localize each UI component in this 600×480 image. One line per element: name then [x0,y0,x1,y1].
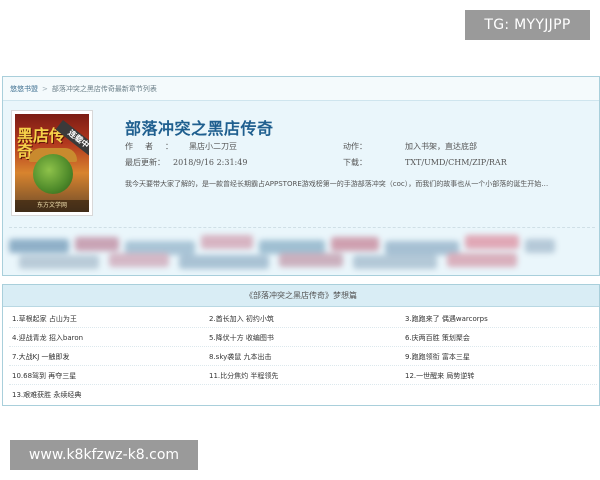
chapter-row: 13.艰难获胜 永续经典 [9,386,597,404]
breadcrumb-current: 部落冲突之黑店传奇最新章节列表 [51,85,157,93]
cover-footer-text: 东方文学网 [15,200,89,212]
divider [9,227,595,228]
book-info-panel: 悠悠书盟 > 部落冲突之黑店传奇最新章节列表 黑店传奇 连载中 东方文学网 部落冲突… [2,76,600,276]
add-bookshelf-link[interactable]: 加入书架，直达底部 [405,142,477,151]
action-label: 动作： [343,142,367,151]
author-row: 作者： 黑店小二刀豆 [125,141,237,152]
book-cover[interactable]: 黑店传奇 连载中 东方文学网 [11,110,93,216]
chapter-list-header: 《部落冲突之黑店传奇》梦想篇 [3,285,599,307]
chapter-link[interactable]: 5.降伏十方 收编图书 [209,329,274,347]
chapter-link[interactable]: 13.艰难获胜 永续经典 [12,386,81,404]
blurred-ad-strip [9,235,557,269]
update-value: 2018/9/16 2:31:49 [173,158,248,167]
chapter-link[interactable]: 4.迎战青龙 招入baron [12,329,83,347]
chapter-link[interactable]: 8.sky袭鼠 九本出击 [209,348,272,366]
book-intro: 我今天要带大家了解的，是一款曾经长期霸占APPSTORE游戏榜第一的手游部落冲突… [125,180,549,188]
chapter-link[interactable]: 6.庆两百胜 策划聚会 [405,329,470,347]
chapter-row: 1.草根起家 占山为王 2.酋长加入 初约小筑 3.跑跑来了 偶遇warcorp… [9,310,597,328]
telegram-watermark: TG: MYYJJPP [465,10,590,40]
chapter-link[interactable]: 7.大战KJ 一触即发 [12,348,70,366]
chapter-link[interactable]: 11.比分焦灼 半程领先 [209,367,278,385]
download-row: 下载： TXT/UMD/CHM/ZIP/RAR [343,157,507,168]
book-title: 部落冲突之黑店传奇 [125,119,274,138]
chapter-list-panel: 《部落冲突之黑店传奇》梦想篇 1.草根起家 占山为王 2.酋长加入 初约小筑 3… [2,284,600,406]
update-label: 最后更新： [125,158,165,167]
breadcrumb-home-link[interactable]: 悠悠书盟 [10,85,38,93]
url-watermark: www.k8kfzwz-k8.com [10,440,198,470]
chapter-row: 4.迎战青龙 招入baron 5.降伏十方 收编图书 6.庆两百胜 策划聚会 [9,329,597,347]
screenshot-stage: TG: MYYJJPP 悠悠书盟 > 部落冲突之黑店传奇最新章节列表 黑店传奇 连载… [0,0,600,480]
download-formats-link[interactable]: TXT/UMD/CHM/ZIP/RAR [405,158,507,167]
chapter-link[interactable]: 2.酋长加入 初约小筑 [209,310,274,328]
breadcrumb: 悠悠书盟 > 部落冲突之黑店传奇最新章节列表 [3,77,599,101]
chapter-row: 7.大战KJ 一触即发 8.sky袭鼠 九本出击 9.跑跑领衔 富本三星 [9,348,597,366]
cover-image: 黑店传奇 连载中 东方文学网 [15,114,89,212]
chapter-link[interactable]: 1.草根起家 占山为王 [12,310,77,328]
update-row: 最后更新： 2018/9/16 2:31:49 [125,157,247,168]
action-row: 动作： 加入书架，直达底部 [343,141,477,152]
author-label: 作者： [125,142,185,151]
breadcrumb-separator: > [42,85,48,93]
chapter-link[interactable]: 10.68驾到 再夺三星 [12,367,76,385]
author-value: 黑店小二刀豆 [189,142,237,151]
chapter-link[interactable]: 3.跑跑来了 偶遇warcorps [405,310,488,328]
chapter-link[interactable]: 9.跑跑领衔 富本三星 [405,348,470,366]
chapter-link[interactable]: 12.一世醒来 局势逆转 [405,367,474,385]
chapter-row: 10.68驾到 再夺三星 11.比分焦灼 半程领先 12.一世醒来 局势逆转 [9,367,597,385]
cover-character-shape [33,154,73,194]
download-label: 下载： [343,158,367,167]
